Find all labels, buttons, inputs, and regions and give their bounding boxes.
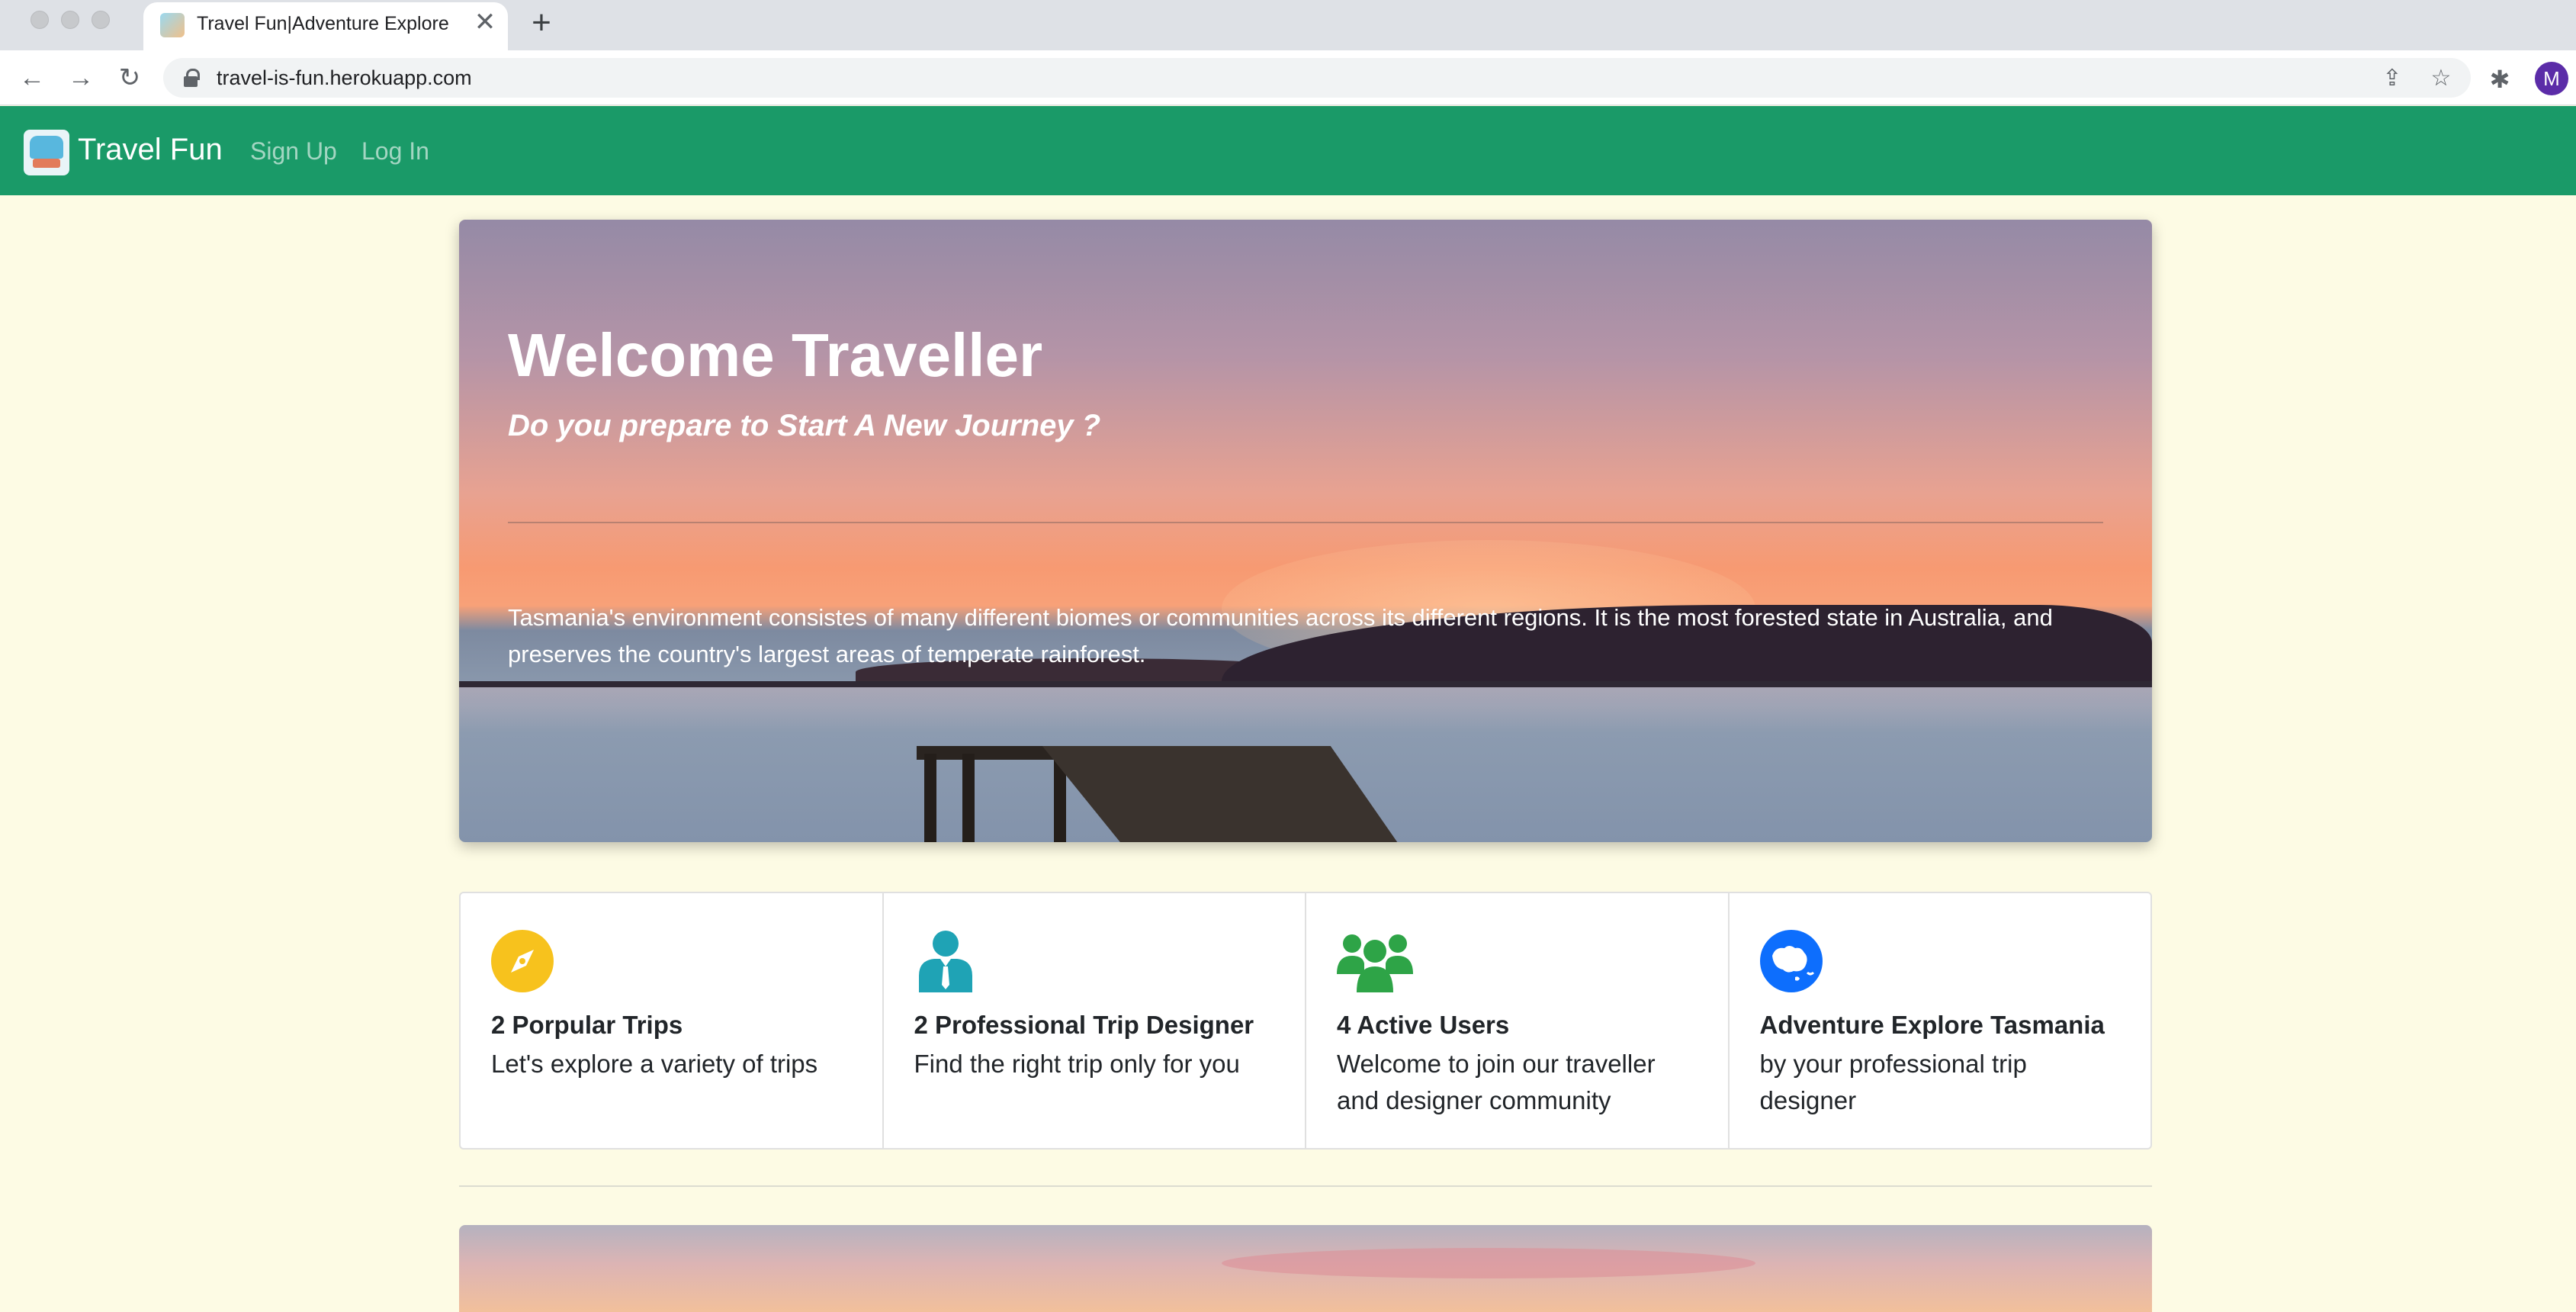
nav-sign-up-link[interactable]: Sign Up — [250, 137, 337, 166]
feature-card-users: 4 Active Users Welcome to join our trave… — [1306, 893, 1730, 1148]
banner-cloud — [1222, 1248, 1755, 1278]
new-tab-button[interactable]: + — [525, 6, 558, 40]
secondary-banner-image — [459, 1225, 2152, 1312]
users-icon — [1337, 934, 1413, 992]
tab-title: Travel Fun|Adventure Explore — [197, 13, 449, 34]
browser-tab[interactable]: Travel Fun|Adventure Explore ✕ — [143, 2, 508, 50]
url-text[interactable]: travel-is-fun.herokuapp.com — [217, 66, 472, 90]
nav-log-in-link[interactable]: Log In — [361, 137, 429, 166]
feature-text: Find the right trip only for you — [914, 1050, 1240, 1078]
feature-text: by your professional trip designer — [1759, 1050, 2027, 1114]
feature-card-tasmania: Adventure Explore Tasmania by your profe… — [1730, 893, 2151, 1148]
extensions-puzzle-icon[interactable]: ✱ — [2484, 64, 2515, 95]
bookmark-star-icon[interactable]: ☆ — [2428, 66, 2454, 92]
profile-avatar[interactable]: M — [2535, 62, 2568, 95]
hero-horizon — [459, 681, 2152, 687]
hero-subtitle: Do you prepare to Start A New Journey ? — [508, 409, 1101, 442]
hero-divider — [508, 522, 2103, 523]
feature-card-group: 2 Porpular Trips Let's explore a variety… — [459, 892, 2152, 1150]
feature-title: 4 Active Users — [1337, 1011, 1510, 1039]
feature-title: Adventure Explore Tasmania — [1759, 1011, 2105, 1039]
feature-title: 2 Porpular Trips — [491, 1011, 683, 1039]
jetty-post — [962, 754, 975, 842]
brand-name-link[interactable]: Travel Fun — [78, 133, 223, 167]
hero-banner: Welcome Traveller Do you prepare to Star… — [459, 220, 2152, 842]
browser-tab-strip: Travel Fun|Adventure Explore ✕ + — [0, 0, 2576, 50]
site-navbar: Travel Fun Sign Up Log In — [0, 106, 2576, 195]
browser-toolbar: ← → ↻ travel-is-fun.herokuapp.com ⇪ ☆ ✱ … — [0, 50, 2576, 105]
australia-globe-icon — [1759, 930, 1823, 992]
feature-card-designers: 2 Professional Trip Designer Find the ri… — [884, 893, 1306, 1148]
hero-title: Welcome Traveller — [508, 321, 1043, 389]
forward-arrow-icon[interactable]: → — [66, 63, 96, 93]
brand-logo-icon[interactable] — [24, 130, 69, 175]
site-favicon-icon — [160, 13, 185, 37]
lock-icon[interactable] — [183, 69, 200, 87]
section-divider — [459, 1185, 2152, 1187]
compass-icon — [491, 930, 554, 992]
share-icon[interactable]: ⇪ — [2379, 66, 2405, 92]
feature-text: Welcome to join our traveller and design… — [1337, 1050, 1656, 1114]
feature-title: 2 Professional Trip Designer — [914, 1011, 1254, 1039]
window-close-button[interactable] — [31, 11, 49, 29]
designer-icon — [918, 931, 972, 992]
window-zoom-button[interactable] — [92, 11, 110, 29]
hero-water-reflection — [459, 687, 2152, 733]
tab-close-icon[interactable]: ✕ — [470, 7, 500, 37]
jetty-post — [924, 754, 936, 842]
reload-icon[interactable]: ↻ — [114, 63, 145, 93]
address-bar[interactable]: travel-is-fun.herokuapp.com ⇪ ☆ — [163, 58, 2471, 98]
window-minimize-button[interactable] — [61, 11, 79, 29]
feature-text: Let's explore a variety of trips — [491, 1050, 818, 1078]
feature-card-trips: 2 Porpular Trips Let's explore a variety… — [461, 893, 884, 1148]
hero-description: Tasmania's environment consistes of many… — [508, 604, 2053, 667]
back-arrow-icon[interactable]: ← — [17, 63, 47, 93]
